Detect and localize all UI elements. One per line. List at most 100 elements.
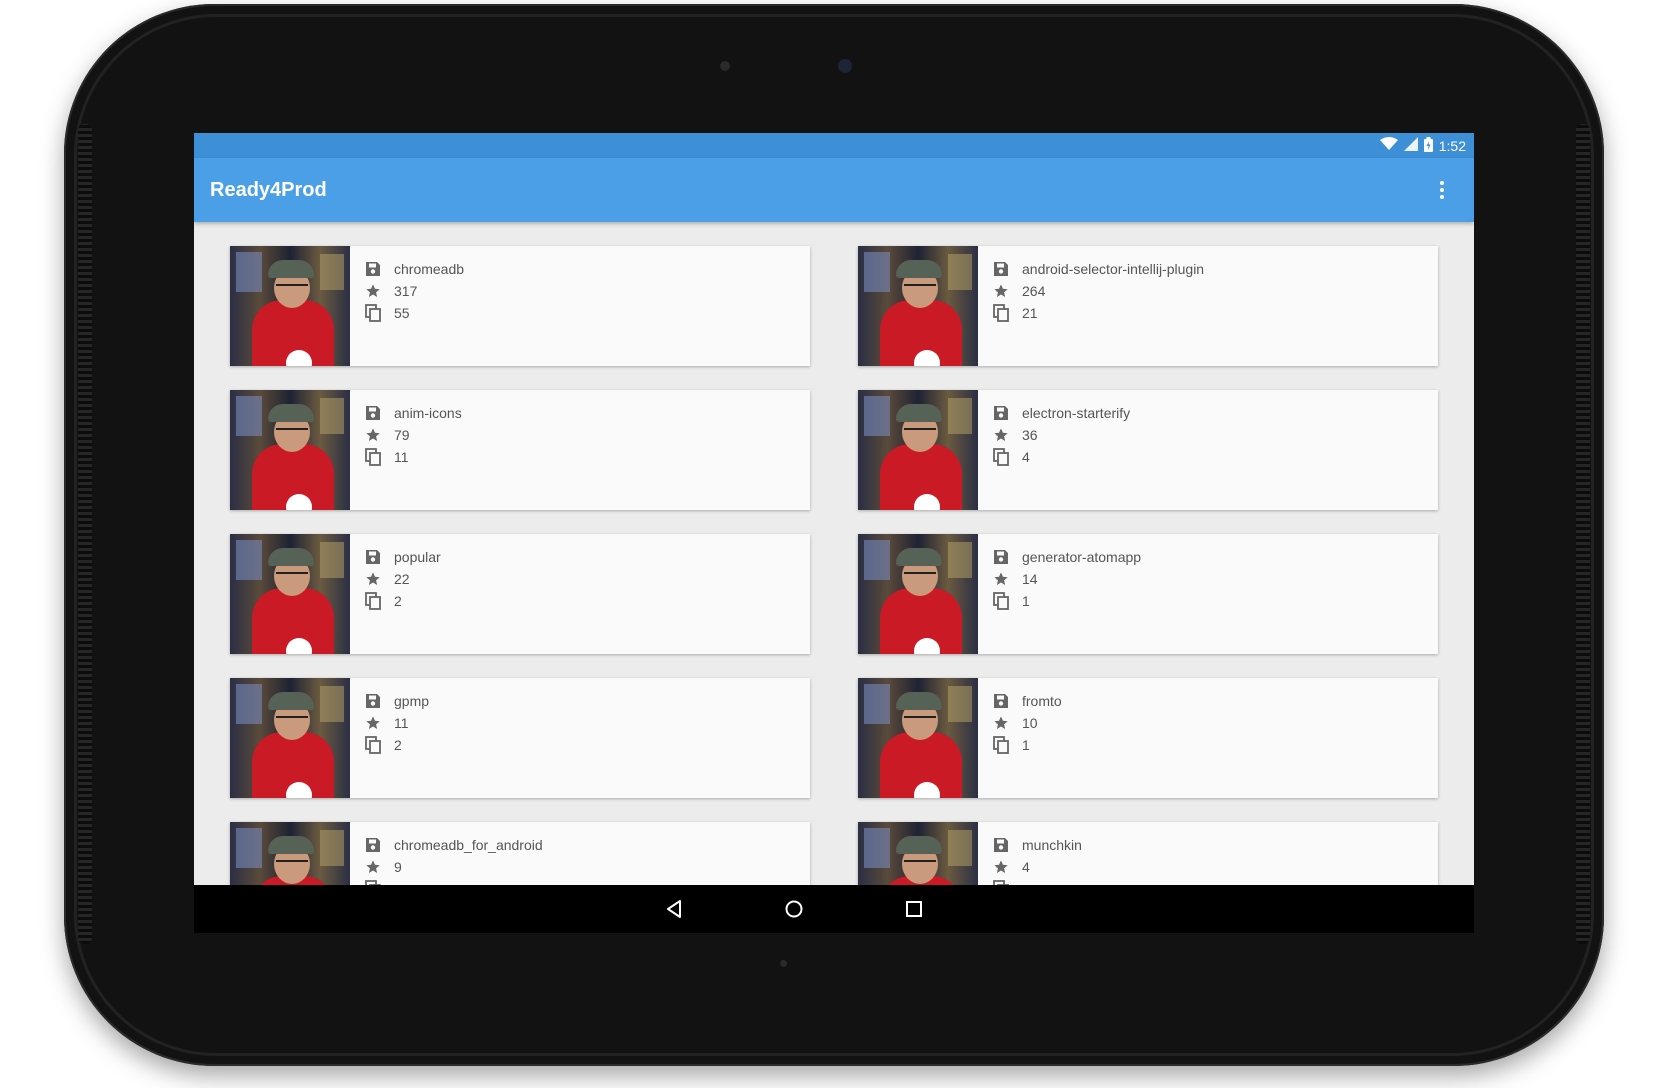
copy-icon	[992, 592, 1010, 610]
star-icon	[992, 426, 1010, 444]
avatar	[230, 678, 350, 798]
copy-icon	[364, 304, 382, 322]
repo-card[interactable]: popular 22 2	[230, 534, 810, 654]
avatar	[858, 390, 978, 510]
recents-icon[interactable]	[890, 885, 938, 933]
repo-name-row: chromeadb_for_android	[364, 834, 543, 856]
home-icon[interactable]	[770, 885, 818, 933]
copy-icon	[992, 736, 1010, 754]
star-icon	[364, 858, 382, 876]
repo-name-row: popular	[364, 546, 441, 568]
left-speaker-grille	[78, 124, 92, 944]
repo-info: android-selector-intellij-plugin 264 21	[978, 246, 1204, 366]
repo-card[interactable]: chromeadb 317 55	[230, 246, 810, 366]
repo-stars: 9	[394, 859, 402, 875]
repo-forks: 2	[394, 737, 402, 753]
repo-name: anim-icons	[394, 405, 462, 421]
repo-stars: 317	[394, 283, 418, 299]
repo-name-row: chromeadb	[364, 258, 464, 280]
repo-forks: 1	[1022, 593, 1030, 609]
repo-name: popular	[394, 549, 441, 565]
repo-name-row: munchkin	[992, 834, 1082, 856]
repo-card[interactable]: android-selector-intellij-plugin 264 21	[858, 246, 1438, 366]
star-icon	[992, 282, 1010, 300]
repo-forks-row: 2	[364, 590, 441, 612]
save-icon	[992, 548, 1010, 566]
save-icon	[992, 692, 1010, 710]
repo-forks: 4	[1022, 449, 1030, 465]
repo-card[interactable]: electron-starterify 36 4	[858, 390, 1438, 510]
repo-name: chromeadb_for_android	[394, 837, 543, 853]
app-title: Ready4Prod	[210, 179, 327, 201]
repo-stars: 264	[1022, 283, 1046, 299]
star-icon	[364, 426, 382, 444]
repo-info: chromeadb_for_android 9	[350, 822, 543, 885]
repo-forks-row: 55	[364, 302, 464, 324]
save-icon	[992, 404, 1010, 422]
repo-name: fromto	[1022, 693, 1062, 709]
repo-card[interactable]: fromto 10 1	[858, 678, 1438, 798]
status-time: 1:52	[1438, 137, 1466, 154]
repo-stars: 79	[394, 427, 410, 443]
avatar	[230, 822, 350, 885]
more-vert-icon[interactable]	[1428, 176, 1456, 204]
tablet-screen: 1:52 Ready4Prod chromeadb 317 55 android-se…	[194, 133, 1474, 933]
repo-name-row: anim-icons	[364, 402, 462, 424]
bottom-mic	[780, 960, 787, 967]
repo-card[interactable]: chromeadb_for_android 9	[230, 822, 810, 885]
avatar	[230, 390, 350, 510]
repo-name-row: android-selector-intellij-plugin	[992, 258, 1204, 280]
repo-info: gpmp 11 2	[350, 678, 429, 798]
repo-stars: 10	[1022, 715, 1038, 731]
repo-card[interactable]: gpmp 11 2	[230, 678, 810, 798]
repo-info: generator-atomapp 14 1	[978, 534, 1141, 654]
star-icon	[992, 714, 1010, 732]
repo-name: gpmp	[394, 693, 430, 709]
save-icon	[992, 836, 1010, 854]
repo-stars-row: 11	[364, 712, 429, 734]
repo-stars: 14	[1022, 571, 1038, 587]
app-bar: Ready4Prod	[194, 158, 1474, 222]
repo-forks-row: 1	[992, 590, 1141, 612]
copy-icon	[364, 736, 382, 754]
repo-forks-row	[364, 878, 543, 885]
repo-info: chromeadb 317 55	[350, 246, 464, 366]
repo-card[interactable]: generator-atomapp 14 1	[858, 534, 1438, 654]
signal-icon	[1403, 137, 1418, 154]
repo-name: generator-atomapp	[1022, 549, 1142, 565]
star-icon	[364, 570, 382, 588]
star-icon	[364, 282, 382, 300]
right-speaker-grille	[1576, 124, 1590, 944]
back-icon[interactable]	[650, 885, 698, 933]
repo-info: anim-icons 79 11	[350, 390, 462, 510]
status-icons: 1:52	[1379, 133, 1466, 158]
repo-info: popular 22 2	[350, 534, 441, 654]
repo-stars-row: 317	[364, 280, 464, 302]
repo-card[interactable]: munchkin 4	[858, 822, 1438, 885]
repo-name: android-selector-intellij-plugin	[1022, 261, 1205, 277]
repo-card[interactable]: anim-icons 79 11	[230, 390, 810, 510]
repo-forks-row: 4	[992, 446, 1130, 468]
save-icon	[364, 548, 382, 566]
repo-forks-row: 11	[364, 446, 462, 468]
repo-stars-row: 14	[992, 568, 1141, 590]
repo-name: chromeadb	[394, 261, 465, 277]
repo-list[interactable]: chromeadb 317 55 android-selector-intellij-…	[194, 222, 1474, 885]
avatar	[858, 822, 978, 885]
repo-info: fromto 10 1	[978, 678, 1062, 798]
save-icon	[364, 692, 382, 710]
repo-stars-row: 9	[364, 856, 543, 878]
navigation-bar	[194, 885, 1474, 933]
status-bar: 1:52	[194, 133, 1474, 158]
repo-forks: 21	[1022, 305, 1038, 321]
save-icon	[364, 404, 382, 422]
repo-stars-row: 36	[992, 424, 1130, 446]
avatar	[858, 678, 978, 798]
repo-name: munchkin	[1022, 837, 1082, 853]
repo-forks-row: 2	[364, 734, 429, 756]
copy-icon	[364, 592, 382, 610]
repo-forks: 1	[1022, 737, 1030, 753]
avatar	[230, 534, 350, 654]
repo-forks-row	[992, 878, 1082, 885]
repo-stars-row: 22	[364, 568, 441, 590]
